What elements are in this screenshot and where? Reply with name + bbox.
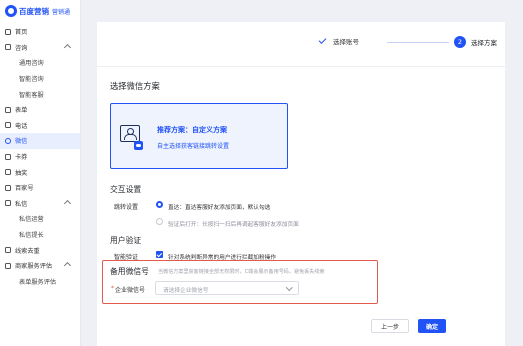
prev-button[interactable]: 上一步 xyxy=(371,319,409,333)
jump-verify-radio[interactable] xyxy=(156,218,163,225)
sidebar-item-label: 线索去重 xyxy=(15,247,40,255)
enterprise-wechat-placeholder: 请选择企业微信号 xyxy=(163,288,209,294)
jump-direct-radio[interactable] xyxy=(156,201,163,208)
sidebar-item-label: 表单 xyxy=(15,107,28,115)
sidebar-item-5[interactable]: 表单 xyxy=(0,102,80,118)
step-2-label: 选择方案 xyxy=(471,39,497,47)
sidebar-item-label: 微信 xyxy=(15,138,28,146)
sidebar: 百度营销 营销通 首页咨询通用咨询智能咨询智能客服表单电话微信卡券抽奖百家号私信… xyxy=(0,0,81,346)
scheme-card-title: 推荐方案：自定义方案 xyxy=(157,126,227,134)
sidebar-item-label: 商家服务评估 xyxy=(15,263,53,271)
chevron-up-icon[interactable] xyxy=(63,43,72,51)
sidebar-item-0[interactable]: 首页 xyxy=(0,24,80,40)
clue-icon xyxy=(5,247,11,254)
sidebar-item-8[interactable]: 卡券 xyxy=(0,149,80,165)
message-icon xyxy=(5,200,11,207)
sidebar-item-12[interactable]: 私信运营 xyxy=(0,211,80,227)
product-name: 营销通 xyxy=(52,8,71,16)
sidebar-item-3[interactable]: 智能咨询 xyxy=(0,71,80,87)
step-2: 2 选择方案 xyxy=(454,36,497,48)
brand-name: 百度营销 xyxy=(19,6,49,16)
sidebar-item-4[interactable]: 智能客服 xyxy=(0,86,80,102)
chevron-up-icon[interactable] xyxy=(63,261,72,269)
verify-title: 用户验证 xyxy=(110,236,142,245)
phone-icon xyxy=(5,122,11,129)
required-mark: * xyxy=(111,285,114,292)
sidebar-item-6[interactable]: 电话 xyxy=(0,118,80,134)
jump-verify-text: 验证后打开：长按扫一扫后再调起客服好友添加页面 xyxy=(168,222,299,228)
gift-icon xyxy=(5,169,11,176)
sidebar-item-label: 私信 xyxy=(15,200,28,208)
sidebar-item-label: 卡券 xyxy=(15,154,28,162)
evaluate-icon xyxy=(5,262,11,269)
sidebar-item-11[interactable]: 私信 xyxy=(0,196,80,212)
sidebar-item-15[interactable]: 商家服务评估 xyxy=(0,258,80,274)
step-2-number: 2 xyxy=(454,36,466,48)
baidu-logo-icon xyxy=(5,5,17,17)
sidebar-item-label: 电话 xyxy=(15,122,28,130)
sidebar-item-10[interactable]: 百家号 xyxy=(0,180,80,196)
step-connector xyxy=(387,42,449,43)
baijiahao-icon xyxy=(5,184,11,191)
sidebar-item-label: 私信提长 xyxy=(19,232,44,240)
sidebar-item-label: 咨询 xyxy=(15,44,28,52)
wechat-badge-icon xyxy=(134,141,143,150)
sidebar-item-label: 百家号 xyxy=(15,185,34,193)
sidebar-item-label: 私信运营 xyxy=(19,216,44,224)
scheme-card-custom[interactable]: 推荐方案：自定义方案 自主选择获客链接跳转设置 xyxy=(110,103,288,169)
sidebar-item-9[interactable]: 抽奖 xyxy=(0,164,80,180)
chevron-up-icon[interactable] xyxy=(63,199,72,207)
scheme-card-link[interactable]: 自主选择获客链接跳转设置 xyxy=(157,141,229,150)
coupon-icon xyxy=(5,153,11,160)
sidebar-item-label: 抽奖 xyxy=(15,169,28,177)
smart-verify-checkbox[interactable] xyxy=(156,251,163,258)
jump-setting-label: 跳转设置 xyxy=(114,204,139,211)
stepper: 选择账号 2 选择方案 xyxy=(97,22,505,67)
sidebar-item-1[interactable]: 咨询 xyxy=(0,40,80,56)
step-1[interactable]: 选择账号 xyxy=(318,36,359,46)
home-icon xyxy=(5,28,11,35)
user-profile-icon xyxy=(120,125,140,142)
sidebar-item-label: 表单服务评估 xyxy=(19,278,57,286)
sidebar-item-label: 智能咨询 xyxy=(19,76,44,84)
check-icon xyxy=(318,36,327,44)
sidebar-item-14[interactable]: 线索去重 xyxy=(0,242,80,258)
sidebar-nav: 首页咨询通用咨询智能咨询智能客服表单电话微信卡券抽奖百家号私信私信运营私信提长线… xyxy=(0,24,80,289)
chevron-down-icon xyxy=(285,284,292,291)
backup-title: 备用微信号 xyxy=(110,267,149,276)
form-icon xyxy=(5,106,11,113)
wechat-icon xyxy=(5,137,11,144)
backup-hint: 当微信方案里获客链接全部无权限时，C端会展示备用号码，避免丢失线索 xyxy=(158,269,325,275)
sidebar-item-13[interactable]: 私信提长 xyxy=(0,227,80,243)
interaction-title: 交互设置 xyxy=(110,185,142,194)
enterprise-wechat-select[interactable]: 请选择企业微信号 xyxy=(155,281,299,295)
sidebar-item-16[interactable]: 表单服务评估 xyxy=(0,274,80,290)
step-1-label: 选择账号 xyxy=(333,38,359,46)
enterprise-wechat-label: 企业微信号 xyxy=(115,287,146,294)
sidebar-item-label: 首页 xyxy=(15,29,28,37)
chat-icon xyxy=(5,44,11,51)
sidebar-item-label: 智能客服 xyxy=(19,91,44,99)
brand-logo[interactable]: 百度营销 营销通 xyxy=(5,4,70,18)
confirm-button[interactable]: 确定 xyxy=(418,319,446,333)
sidebar-item-label: 通用咨询 xyxy=(19,60,44,68)
sidebar-item-7[interactable]: 微信 xyxy=(0,133,80,149)
sidebar-item-2[interactable]: 通用咨询 xyxy=(0,55,80,71)
jump-direct-text: 直达：直达客服好友添加页面，默认勾选 xyxy=(168,205,271,211)
scheme-section-title: 选择微信方案 xyxy=(110,81,160,91)
